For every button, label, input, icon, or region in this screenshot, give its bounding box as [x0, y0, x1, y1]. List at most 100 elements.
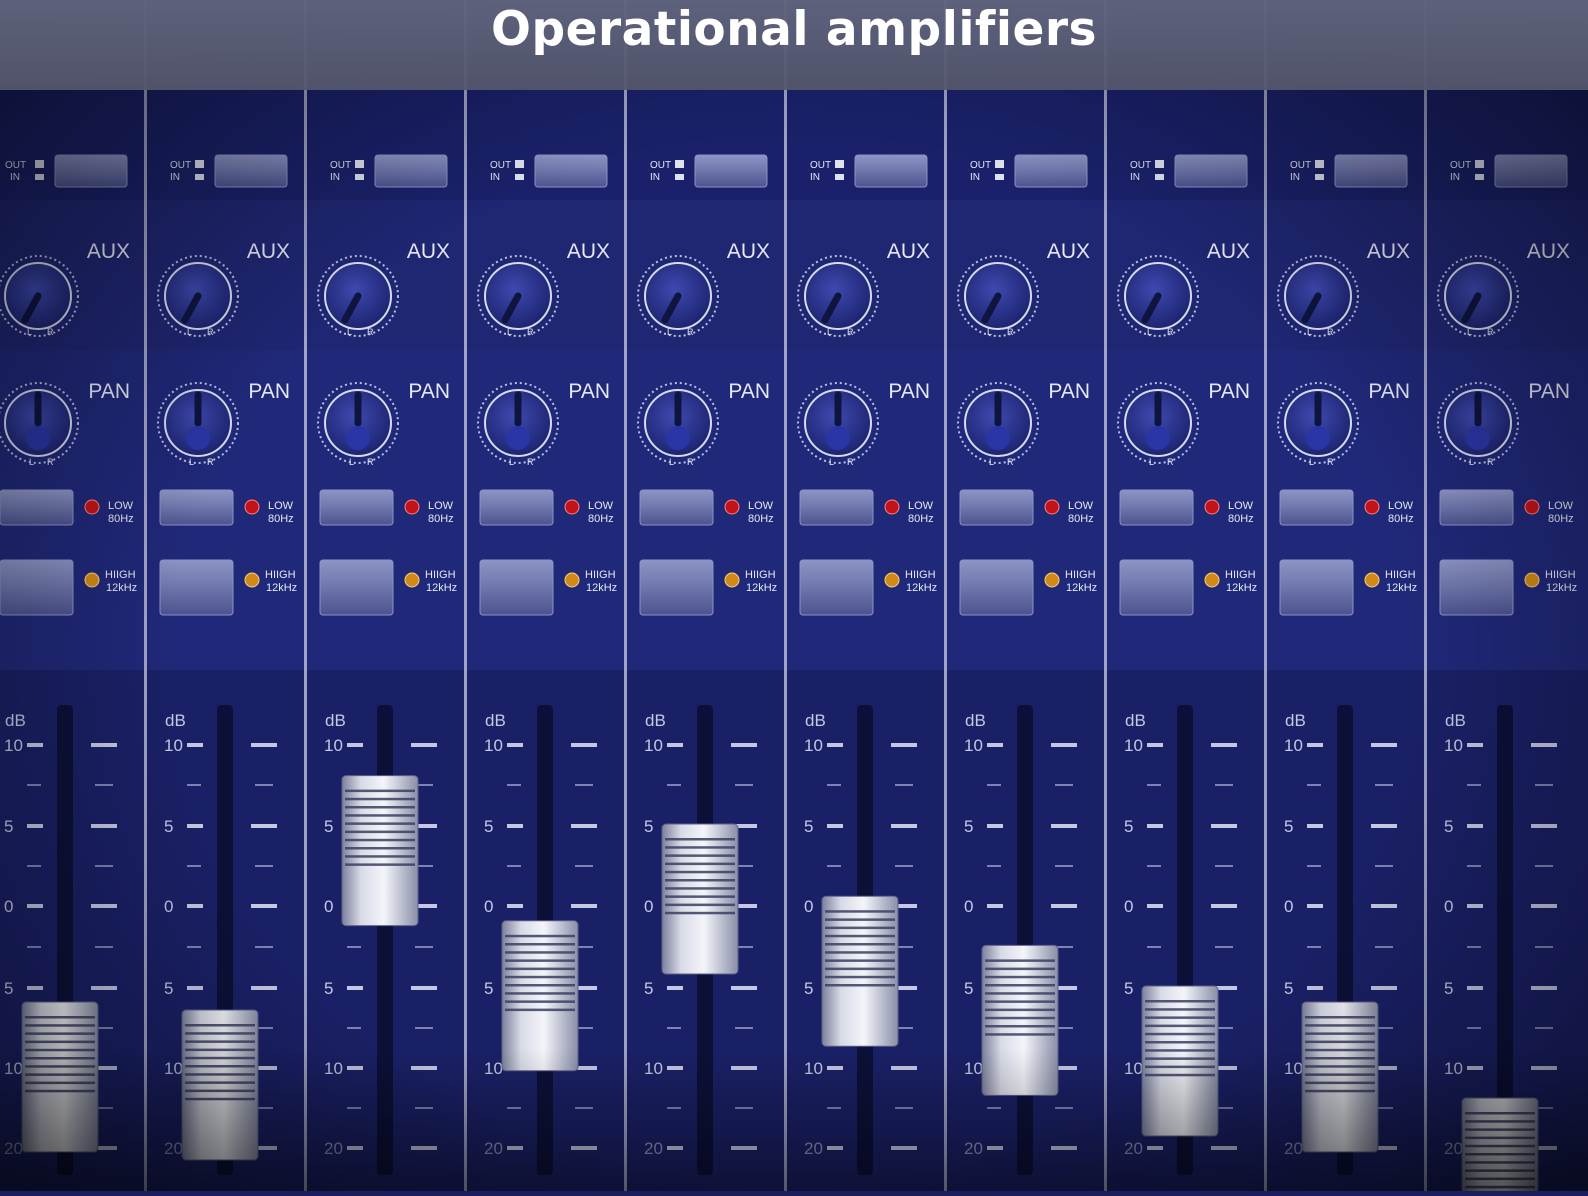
scale-mark-label: 5 [804, 817, 813, 836]
high-boost-button[interactable] [1279, 559, 1354, 616]
scale-minor-tick [347, 1027, 361, 1029]
aux-l-mark: L [1147, 327, 1152, 337]
scale-mark-label: 5 [484, 979, 493, 998]
strip-divider [304, 0, 307, 1191]
scale-mark-label: 0 [644, 897, 653, 916]
high-boost-button[interactable] [959, 559, 1034, 616]
scale-tick-left [987, 904, 1003, 908]
scale-mark-label: 0 [484, 897, 493, 916]
scale-tick-right [1531, 1066, 1557, 1070]
high-boost-button[interactable] [479, 559, 554, 616]
low-cut-button[interactable] [159, 489, 234, 526]
db-label: dB [1285, 711, 1306, 730]
scale-minor-tick [575, 865, 593, 867]
in-label: IN [970, 172, 980, 183]
out-in-button[interactable] [1174, 154, 1248, 188]
scale-tick-left [987, 1146, 1003, 1150]
high-boost-button[interactable] [1439, 559, 1514, 616]
scale-tick-right [1051, 824, 1077, 828]
scale-mark-label: 20 [484, 1139, 503, 1158]
high-boost-button[interactable] [159, 559, 234, 616]
out-in-button[interactable] [1494, 154, 1568, 188]
low-freq-label: 80Hz [268, 513, 294, 525]
strip-divider [944, 0, 947, 1191]
low-cut-button[interactable] [1279, 489, 1354, 526]
high-boost-button[interactable] [799, 559, 874, 616]
low-cut-button[interactable] [0, 489, 74, 526]
low-led [1204, 499, 1220, 515]
low-cut-button[interactable] [319, 489, 394, 526]
scale-minor-tick [255, 865, 273, 867]
fader-cap[interactable] [341, 775, 419, 927]
scale-tick-left [1307, 743, 1323, 747]
strip-divider [144, 0, 147, 1191]
scale-minor-tick [347, 946, 361, 948]
scale-mark-label: 10 [644, 736, 663, 755]
scale-minor-tick [415, 1027, 433, 1029]
out-label: OUT [1290, 160, 1311, 171]
scale-tick-right [251, 986, 277, 990]
scale-minor-tick [415, 946, 433, 948]
high-boost-button[interactable] [319, 559, 394, 616]
low-cut-button[interactable] [959, 489, 1034, 526]
scale-tick-left [1307, 824, 1323, 828]
out-in-button[interactable] [694, 154, 768, 188]
scale-tick-left [1467, 904, 1483, 908]
fader-cap[interactable] [661, 823, 739, 975]
scale-tick-left [1467, 1066, 1483, 1070]
fader-cap[interactable] [501, 920, 579, 1072]
fader-cap[interactable] [1461, 1097, 1539, 1196]
scale-tick-left [187, 904, 203, 908]
out-indicator [995, 160, 1004, 168]
fader-cap[interactable] [1301, 1001, 1379, 1153]
out-in-button[interactable] [54, 154, 128, 188]
scale-minor-tick [1375, 784, 1393, 786]
out-indicator [675, 160, 684, 168]
scale-mark-label: 10 [1444, 736, 1463, 755]
scale-tick-right [1531, 743, 1557, 747]
high-boost-button[interactable] [1119, 559, 1194, 616]
strip-divider [624, 0, 627, 1191]
low-cut-button[interactable] [1119, 489, 1194, 526]
low-led [724, 499, 740, 515]
out-in-button[interactable] [854, 154, 928, 188]
db-label: dB [805, 711, 826, 730]
aux-l-mark: L [1467, 327, 1472, 337]
high-label: HIIGH [905, 569, 936, 581]
out-in-button[interactable] [1014, 154, 1088, 188]
out-label: OUT [170, 160, 191, 171]
out-in-button[interactable] [534, 154, 608, 188]
fader-cap[interactable] [21, 1001, 99, 1153]
scale-tick-right [411, 986, 437, 990]
pan-label: PAN [888, 380, 930, 403]
low-cut-button[interactable] [479, 489, 554, 526]
scale-minor-tick [95, 946, 113, 948]
scale-minor-tick [827, 784, 841, 786]
scale-mark-label: 20 [164, 1139, 183, 1158]
out-indicator [515, 160, 524, 168]
scale-minor-tick [667, 1027, 681, 1029]
out-in-button[interactable] [1334, 154, 1408, 188]
scale-tick-right [251, 743, 277, 747]
high-label: HIIGH [1545, 569, 1576, 581]
out-label: OUT [810, 160, 831, 171]
low-led [1364, 499, 1380, 515]
out-in-button[interactable] [374, 154, 448, 188]
db-label: dB [965, 711, 986, 730]
strip-divider [464, 0, 467, 1191]
scale-mark-label: 20 [1444, 1139, 1463, 1158]
low-cut-button[interactable] [1439, 489, 1514, 526]
pan-label: PAN [728, 380, 770, 403]
out-label: OUT [1130, 160, 1151, 171]
out-in-button[interactable] [214, 154, 288, 188]
fader-cap[interactable] [181, 1009, 259, 1161]
high-boost-button[interactable] [639, 559, 714, 616]
low-cut-button[interactable] [639, 489, 714, 526]
fader-cap[interactable] [821, 895, 899, 1047]
high-led [564, 572, 580, 588]
fader-cap[interactable] [981, 944, 1059, 1096]
scale-tick-right [1371, 986, 1397, 990]
low-cut-button[interactable] [799, 489, 874, 526]
high-boost-button[interactable] [0, 559, 74, 616]
fader-cap[interactable] [1141, 985, 1219, 1137]
